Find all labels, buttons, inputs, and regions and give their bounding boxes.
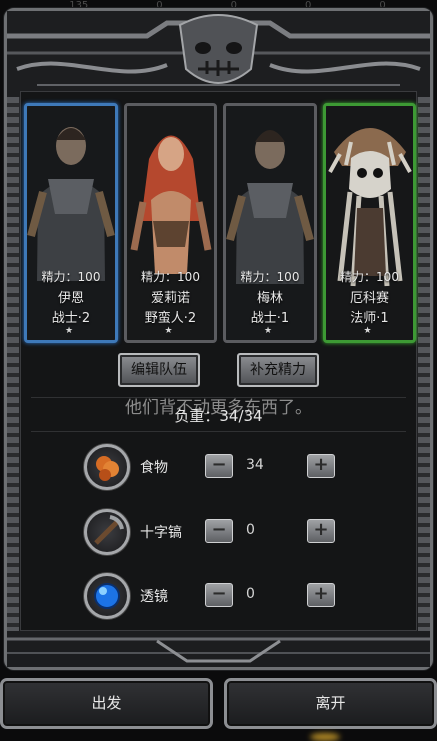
hero-stamina: 精力：100 (141, 270, 200, 284)
hero-class-level: 野蛮人·2 (144, 311, 197, 326)
hero-card-eleanor[interactable]: 精力：100 爱莉诺 野蛮人·2 ★ (123, 103, 217, 343)
hero-stamina: 精力：100 (41, 270, 101, 284)
edit-team-button[interactable]: 编辑队伍 (118, 353, 200, 387)
decrease-food-button[interactable]: − (205, 454, 233, 478)
hero-name: 厄科赛 (349, 291, 389, 306)
hero-name: 爱莉诺 (150, 291, 190, 306)
decrease-pickaxe-button[interactable]: − (205, 519, 233, 543)
food-count: 34 (246, 457, 264, 473)
hero-class-level: 法师·1 (350, 311, 389, 326)
hero-class-level: 战士·1 (250, 311, 290, 326)
hero-card-ian[interactable]: 精力：100 伊恩 战士·2 ★ (24, 103, 118, 343)
decrease-lens-button[interactable]: − (205, 583, 233, 607)
star-icon: ★ (264, 326, 273, 336)
increase-pickaxe-button[interactable]: + (307, 519, 335, 543)
lens-icon (84, 573, 130, 619)
depart-button[interactable]: 出发 (0, 678, 213, 729)
hero-card-merlin[interactable]: 精力：100 梅林 战士·1 ★ (223, 103, 317, 343)
supply-row-lens: 透镜 − 0 + (84, 573, 344, 619)
hero-card-akosai[interactable]: 精力：100 厄科赛 法师·1 ★ (322, 103, 416, 343)
party-list: 精力：100 伊恩 战士·2 ★ 精力：100 爱莉诺 野蛮人·2 ★ 精力：1… (24, 103, 416, 343)
star-icon: ★ (65, 326, 74, 336)
supply-row-food: 食物 − 34 + (84, 444, 344, 490)
star-icon: ★ (363, 326, 372, 336)
skull-crest-icon (7, 11, 430, 97)
hero-stamina: 精力：100 (340, 270, 399, 284)
hero-stamina: 精力：100 (240, 270, 300, 284)
bottom-glow (310, 733, 340, 741)
load-capacity: 负重：34/34 (174, 407, 263, 425)
supply-row-pickaxe: 十字镐 − 0 + (84, 509, 344, 555)
pickaxe-icon (84, 509, 130, 555)
lens-count: 0 (246, 586, 255, 602)
hero-name: 伊恩 (57, 291, 84, 306)
frame-bottom-ornament (7, 631, 430, 667)
pickaxe-count: 0 (246, 522, 255, 538)
star-icon: ★ (164, 326, 173, 336)
supply-label: 透镜 (140, 589, 168, 605)
increase-food-button[interactable]: + (307, 454, 335, 478)
supply-label: 十字镐 (140, 525, 182, 541)
food-icon (84, 444, 130, 490)
refill-stamina-button[interactable]: 补充精力 (237, 353, 319, 387)
leave-button[interactable]: 离开 (224, 678, 437, 729)
hero-class-level: 战士·2 (51, 311, 91, 326)
increase-lens-button[interactable]: + (307, 583, 335, 607)
supply-label: 食物 (140, 460, 168, 476)
frame-left-chain (7, 97, 19, 633)
hero-name: 梅林 (256, 291, 283, 306)
frame-right-chain (418, 97, 430, 633)
